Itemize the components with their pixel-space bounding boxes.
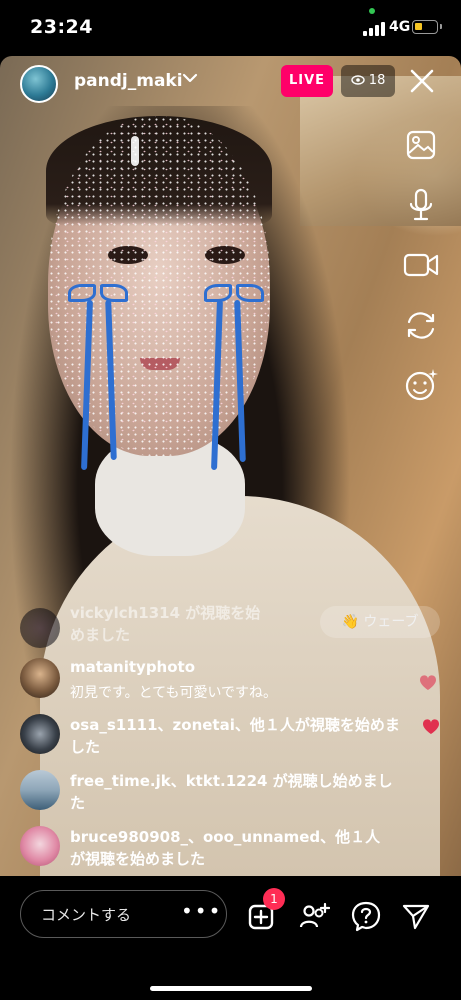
viewer-count-badge[interactable]: 18 xyxy=(341,65,395,97)
question-icon[interactable] xyxy=(350,900,382,932)
comment-text-line1: vickylch1314 が視聴を始 xyxy=(70,604,261,622)
battery-icon xyxy=(412,20,442,34)
comment-input[interactable]: コメントする ••• xyxy=(20,890,227,938)
comment-placeholder: コメントする xyxy=(41,906,132,924)
comment-text-line2: た xyxy=(70,794,86,812)
heart-icon xyxy=(420,675,436,690)
comment-text-line1: free_time.jk、ktkt.1224 が視聴し始めまし xyxy=(70,772,393,790)
chevron-down-icon[interactable] xyxy=(180,68,200,93)
microphone-icon[interactable] xyxy=(400,184,442,226)
status-time: 23:24 xyxy=(30,16,93,38)
notification-badge: 1 xyxy=(263,888,285,910)
send-icon[interactable] xyxy=(400,900,432,932)
comment-text-line2: した xyxy=(70,738,101,756)
viewer-count: 18 xyxy=(368,73,386,88)
avatar[interactable] xyxy=(20,770,60,810)
eye-icon xyxy=(350,73,369,88)
signal-icon xyxy=(363,22,385,36)
photo-icon[interactable] xyxy=(400,124,442,166)
invite-icon[interactable] xyxy=(298,900,331,932)
more-options-icon[interactable]: ••• xyxy=(181,899,222,923)
live-badge: LIVE xyxy=(281,65,333,97)
video-camera-icon[interactable] xyxy=(400,244,442,286)
camera-indicator-icon xyxy=(369,8,375,14)
bottom-bar: コメントする ••• 1 xyxy=(0,876,461,1000)
host-avatar[interactable] xyxy=(20,65,58,103)
host-username[interactable]: pandj_maki xyxy=(74,71,183,91)
switch-camera-icon[interactable] xyxy=(400,304,442,346)
home-indicator[interactable] xyxy=(150,986,312,991)
avatar[interactable] xyxy=(20,608,60,648)
floating-hearts xyxy=(414,670,444,750)
avatar[interactable] xyxy=(20,658,60,698)
avatar[interactable] xyxy=(20,714,60,754)
comment-text-line1: bruce980908_、ooo_unnamed、他１人 xyxy=(70,828,381,846)
comment-text-line2: めました xyxy=(70,626,131,644)
effects-icon[interactable] xyxy=(400,364,442,406)
ribbon-left-icon xyxy=(68,284,128,302)
comment-text-line1: osa_s1111、zonetai、他１人が視聴を始めま xyxy=(70,716,400,734)
close-icon[interactable] xyxy=(405,64,439,98)
ribbon-right-icon xyxy=(204,284,264,302)
comment-text: 初見です。とても可愛いですね。 xyxy=(70,685,278,701)
network-type: 4G xyxy=(389,19,411,35)
status-bar: 23:24 4G xyxy=(0,0,461,56)
comment-username[interactable]: matanityphoto xyxy=(70,658,195,676)
comment-text-line2: が視聴を始めました xyxy=(70,850,206,868)
glitter-glint xyxy=(131,136,139,166)
avatar[interactable] xyxy=(20,826,60,866)
heart-icon xyxy=(423,719,439,734)
wave-button[interactable]: 👋 ウェーブ xyxy=(320,606,440,638)
